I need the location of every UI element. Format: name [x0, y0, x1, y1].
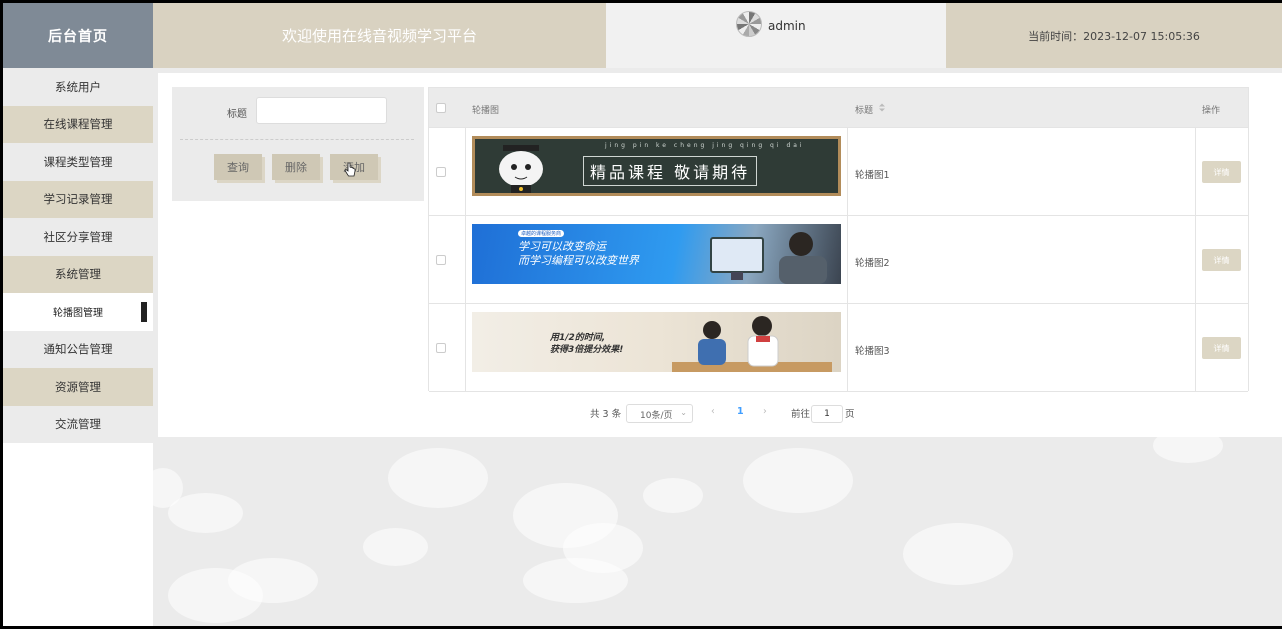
banner-line-2: 获得3倍提分效果!	[550, 345, 624, 355]
prev-page-icon[interactable]: ‹	[711, 406, 715, 417]
detail-button[interactable]: 详情	[1202, 249, 1241, 271]
title-label: 标题	[227, 109, 247, 120]
avatar[interactable]	[736, 11, 762, 37]
username[interactable]: admin	[768, 19, 806, 33]
row-title: 轮播图1	[855, 170, 890, 181]
sidebar-item-system-users[interactable]: 系统用户	[3, 68, 153, 106]
page-number-current[interactable]: 1	[737, 406, 744, 417]
sidebar: 系统用户 在线课程管理 课程类型管理 学习记录管理 社区分享管理 系统管理 轮播…	[3, 68, 153, 626]
hand-cursor-icon	[344, 162, 356, 177]
welcome-title: 欢迎使用在线音视频学习平台	[153, 3, 606, 68]
row-title: 轮播图3	[855, 346, 890, 357]
row-checkbox[interactable]	[436, 255, 446, 265]
students-illustration	[672, 316, 832, 372]
search-card: 标题 查询 删除 添加	[172, 87, 424, 201]
header-action: 操作	[1202, 106, 1221, 116]
sidebar-item-carousel[interactable]: 轮播图管理	[3, 293, 153, 331]
table-row: jing pin ke cheng jing qing qi dai 精品课程 …	[429, 128, 1248, 216]
goto-page-input[interactable]: 1	[811, 405, 843, 423]
app-frame: 后台首页 欢迎使用在线音视频学习平台 admin 当前时间：2023-12-07…	[3, 3, 1282, 626]
top-header: 后台首页 欢迎使用在线音视频学习平台 admin 当前时间：2023-12-07…	[3, 3, 1282, 68]
sidebar-item-system-management[interactable]: 系统管理	[3, 255, 153, 293]
row-checkbox[interactable]	[436, 167, 446, 177]
sidebar-item-label: 轮播图管理	[53, 308, 103, 320]
detail-button[interactable]: 详情	[1202, 337, 1241, 359]
banner-image-3: 用1/2的时间, 获得3倍提分效果!	[472, 312, 841, 372]
delete-button[interactable]: 删除	[272, 154, 320, 180]
page-size-select[interactable]: 10条/页 ⌄	[626, 404, 693, 423]
total-count: 共 3 条	[590, 409, 622, 420]
next-page-icon[interactable]: ›	[763, 406, 767, 417]
table-row: 用1/2的时间, 获得3倍提分效果! 轮播图3 详情	[429, 304, 1248, 392]
main-panel: 标题 查询 删除 添加 轮播图 标题 操作 jing pin ke cheng …	[158, 73, 1282, 437]
sidebar-item-label: 交流管理	[55, 417, 101, 432]
table-header: 轮播图 标题 操作	[429, 88, 1248, 128]
sidebar-item-label: 系统管理	[55, 267, 101, 282]
header-title[interactable]: 标题	[855, 103, 873, 116]
carousel-table: 轮播图 标题 操作 jing pin ke cheng jing qing qi…	[428, 87, 1249, 392]
sidebar-item-label: 社区分享管理	[43, 229, 113, 244]
sidebar-item-resources[interactable]: 资源管理	[3, 368, 153, 406]
home-logo[interactable]: 后台首页	[3, 3, 153, 68]
sidebar-item-communication[interactable]: 交流管理	[3, 405, 153, 443]
page-suffix: 页	[845, 409, 855, 420]
banner-tag: 卓越的课程服务商	[518, 230, 565, 237]
divider	[180, 139, 414, 140]
page-size-value: 10条/页	[640, 411, 673, 421]
user-info: admin	[606, 3, 946, 68]
student-computer-illustration	[710, 232, 827, 284]
banner-pinyin: jing pin ke cheng jing qing qi dai	[605, 142, 805, 149]
title-search-input[interactable]	[256, 97, 387, 124]
banner-line-2: 而学习编程可以改变世界	[518, 254, 639, 267]
sidebar-item-online-courses[interactable]: 在线课程管理	[3, 105, 153, 143]
sidebar-item-notices[interactable]: 通知公告管理	[3, 330, 153, 368]
sidebar-item-label: 在线课程管理	[43, 117, 113, 132]
sort-icon[interactable]	[879, 103, 885, 112]
sidebar-item-course-types[interactable]: 课程类型管理	[3, 143, 153, 181]
row-checkbox[interactable]	[436, 343, 446, 353]
sidebar-item-label: 通知公告管理	[43, 342, 113, 357]
select-all-checkbox[interactable]	[436, 103, 446, 113]
chevron-down-icon: ⌄	[680, 408, 687, 417]
table-row: 卓越的课程服务商 学习可以改变命运 而学习编程可以改变世界 轮播图2 详情	[429, 216, 1248, 304]
sidebar-item-label: 课程类型管理	[43, 154, 113, 169]
banner-image-1: jing pin ke cheng jing qing qi dai 精品课程 …	[472, 136, 841, 196]
sidebar-item-learning-records[interactable]: 学习记录管理	[3, 180, 153, 218]
current-time: 当前时间：2023-12-07 15:05:36	[946, 3, 1282, 68]
sidebar-item-community-share[interactable]: 社区分享管理	[3, 218, 153, 256]
row-title: 轮播图2	[855, 258, 890, 269]
sidebar-item-label: 学习记录管理	[43, 192, 113, 207]
goto-label: 前往	[791, 409, 811, 420]
active-marker	[141, 302, 147, 322]
header-image: 轮播图	[472, 106, 500, 116]
mascot-icon	[499, 145, 543, 193]
banner-image-2: 卓越的课程服务商 学习可以改变命运 而学习编程可以改变世界	[472, 224, 841, 284]
sidebar-item-label: 系统用户	[55, 79, 101, 94]
sidebar-item-label: 资源管理	[55, 379, 101, 394]
banner-text-1: 精品课程 敬请期待	[583, 156, 758, 186]
detail-button[interactable]: 详情	[1202, 161, 1241, 183]
query-button[interactable]: 查询	[214, 154, 262, 180]
